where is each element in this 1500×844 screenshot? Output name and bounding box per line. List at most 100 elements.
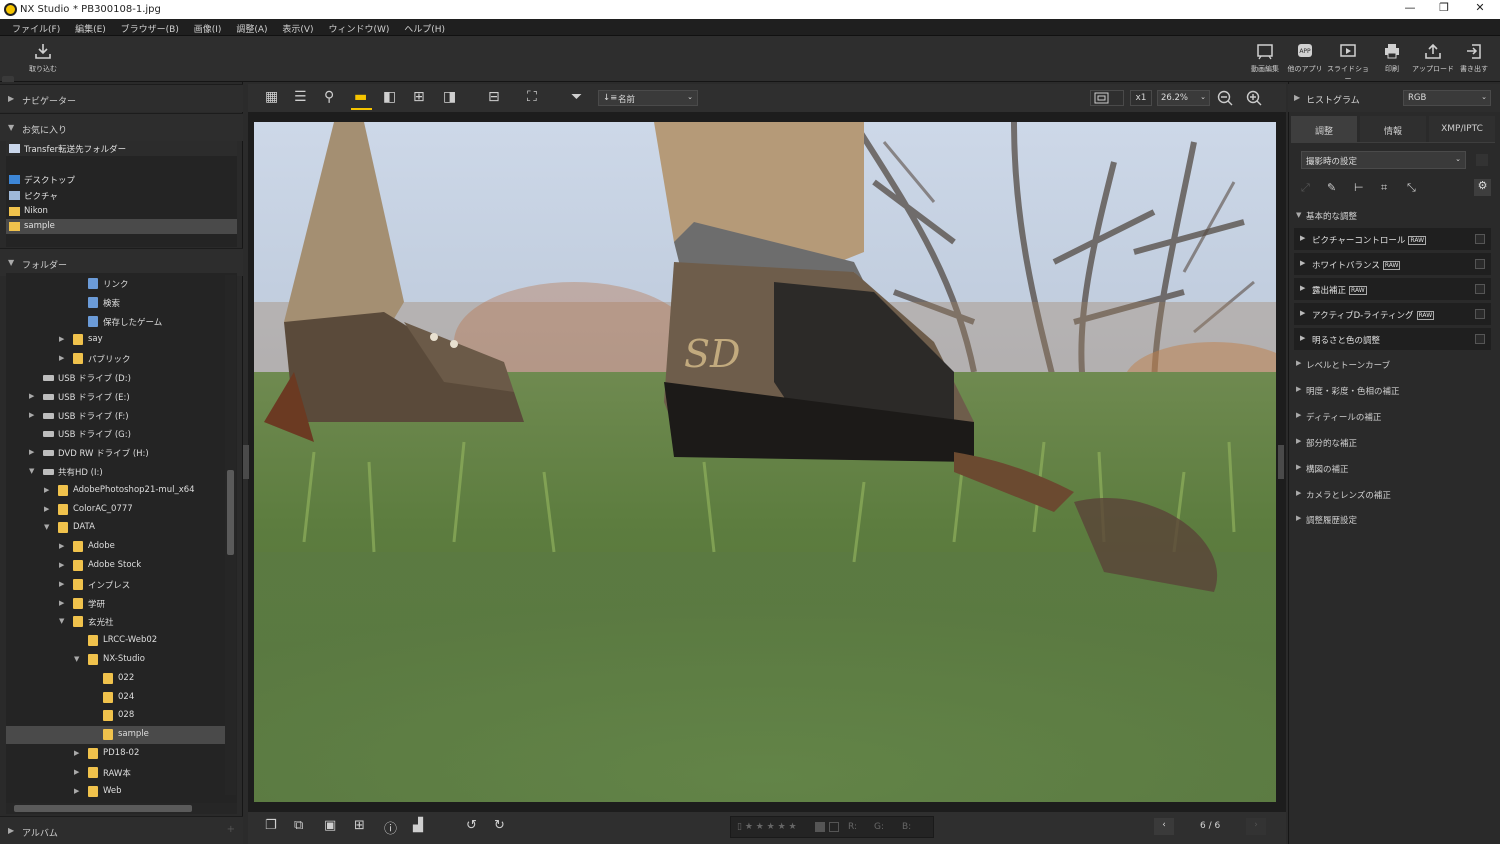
favorite-item-transfer[interactable]: Transfer転送先フォルダー: [6, 141, 237, 156]
folder-tree-item[interactable]: ▶ インプレス: [6, 576, 225, 594]
histogram-icon[interactable]: ▟: [413, 818, 429, 834]
folder-tree-item[interactable]: LRCC-Web02: [6, 632, 225, 650]
other-app-button[interactable]: APP 他のアプリ: [1283, 42, 1327, 74]
sort-dropdown[interactable]: ↓≡ 名前 ⌄: [598, 90, 698, 106]
next-image-button[interactable]: ›: [1246, 818, 1266, 835]
close-icon[interactable]: ✕: [1470, 1, 1490, 18]
menu-edit[interactable]: 編集(E): [75, 22, 106, 35]
folder-tree-item[interactable]: ▼ DATA: [6, 519, 225, 537]
folder-tree-item[interactable]: ▼ 共有HD (I:): [6, 463, 225, 481]
print-button[interactable]: 印刷: [1370, 42, 1414, 74]
retouch-brush-icon[interactable]: ✎: [1327, 181, 1336, 194]
folder-tree-item[interactable]: ▶ Adobe Stock: [6, 557, 225, 575]
zoom-1x-button[interactable]: x1: [1130, 90, 1152, 106]
folder-tree-item[interactable]: 検索: [6, 294, 225, 312]
tab-info[interactable]: 情報: [1360, 116, 1426, 142]
tree-horizontal-scrollbar[interactable]: [6, 803, 237, 814]
export-button[interactable]: 書き出す: [1452, 42, 1496, 74]
expand-right-icon[interactable]: ▶: [59, 354, 64, 362]
folder-tree-item[interactable]: ▼ NX-Studio: [6, 651, 225, 669]
slideshow-button[interactable]: スライドショー: [1326, 42, 1370, 84]
compare-2-icon[interactable]: ◧: [383, 89, 399, 105]
adjust-item-checkbox[interactable]: [1475, 234, 1485, 244]
navigator-section-header[interactable]: ▶ ナビゲーター: [0, 84, 243, 112]
menu-view[interactable]: 表示(V): [282, 22, 313, 35]
filter-icon[interactable]: ⏷: [571, 89, 587, 105]
scroll-thumb[interactable]: [227, 470, 234, 555]
protect-icon[interactable]: [829, 822, 839, 832]
expand-right-icon[interactable]: ▶: [29, 392, 34, 400]
list-view-icon[interactable]: ☰: [294, 89, 310, 105]
favorite-item-sample[interactable]: sample: [6, 219, 237, 234]
folder-tree-item[interactable]: ▶ AdobePhotoshop21-mul_x64: [6, 482, 225, 500]
perspective-icon[interactable]: ⤡: [1407, 181, 1416, 195]
expand-down-icon[interactable]: ▼: [44, 523, 49, 531]
crop-icon[interactable]: ⌗: [1381, 181, 1387, 195]
scroll-thumb[interactable]: [14, 805, 192, 812]
folder-tree-item[interactable]: 022: [6, 670, 225, 688]
expand-right-icon[interactable]: ▶: [44, 505, 49, 513]
adjust-section-header[interactable]: ▶ レベルとトーンカーブ: [1294, 353, 1491, 375]
rotate-right-icon[interactable]: ↻: [494, 818, 510, 834]
expand-down-icon[interactable]: ▼: [29, 467, 34, 475]
tab-adjust[interactable]: 調整: [1291, 116, 1357, 142]
adjust-item[interactable]: ▶ 明るさと色の調整: [1294, 328, 1491, 350]
menu-file[interactable]: ファイル(F): [12, 22, 60, 35]
menu-browser[interactable]: ブラウザー(B): [121, 22, 179, 35]
favorite-item-pictures[interactable]: ピクチャ: [6, 188, 237, 203]
menu-window[interactable]: ウィンドウ(W): [328, 22, 389, 35]
folder-tree-item[interactable]: ▶ Web: [6, 783, 225, 801]
album-section-header[interactable]: ▶ アルバム +: [0, 816, 243, 844]
adjust-item[interactable]: ▶ アクティブD-ライティング RAW: [1294, 303, 1491, 325]
folder-tree-item[interactable]: 保存したゲーム: [6, 313, 225, 331]
minimize-icon[interactable]: —: [1400, 1, 1420, 18]
menu-help[interactable]: ヘルプ(H): [404, 22, 445, 35]
folder-tree-item[interactable]: ▶ PD18-02: [6, 745, 225, 763]
adjust-item-checkbox[interactable]: [1475, 284, 1485, 294]
tab-xmp-iptc[interactable]: XMP/IPTC: [1429, 116, 1495, 142]
adjust-item[interactable]: ▶ 露出補正 RAW: [1294, 278, 1491, 300]
menu-adjust[interactable]: 調整(A): [236, 22, 267, 35]
grid-view-icon[interactable]: ▦: [265, 89, 281, 105]
previous-image-button[interactable]: ‹: [1154, 818, 1174, 835]
folder-tree-item[interactable]: ▶ USB ドライブ (F:): [6, 407, 225, 425]
restore-icon[interactable]: ❐: [1434, 1, 1454, 18]
expand-right-icon[interactable]: ▶: [59, 542, 64, 550]
folder-tree-item[interactable]: 024: [6, 689, 225, 707]
zoom-out-button[interactable]: [1216, 89, 1234, 107]
adjust-item-checkbox[interactable]: [1475, 259, 1485, 269]
gear-icon[interactable]: ⚙: [1474, 179, 1491, 196]
folder-tree-item[interactable]: ▼ 玄光社: [6, 613, 225, 631]
crop-frame-icon[interactable]: ▣: [324, 818, 340, 834]
layout-dropdown-icon[interactable]: ⊟: [488, 89, 504, 105]
fullscreen-icon[interactable]: ⛶: [527, 89, 543, 105]
expand-down-icon[interactable]: ▼: [59, 617, 64, 625]
grid-overlay-icon[interactable]: ⊞: [354, 818, 370, 834]
fit-screen-button[interactable]: [1090, 90, 1124, 106]
expand-right-icon[interactable]: ▶: [59, 580, 64, 588]
adjust-item-checkbox[interactable]: [1475, 334, 1485, 344]
adjust-section-header[interactable]: ▶ ディティールの補正: [1294, 405, 1491, 427]
expand-right-icon[interactable]: ▶: [44, 486, 49, 494]
folder-tree-item[interactable]: リンク: [6, 275, 225, 293]
rating-stars[interactable]: ▯ ★ ★ ★ ★ ★: [737, 822, 797, 832]
folder-tree-item[interactable]: ▶ say: [6, 331, 225, 349]
map-view-icon[interactable]: ⚲: [324, 89, 340, 105]
folder-tree-item[interactable]: USB ドライブ (G:): [6, 425, 225, 443]
expand-right-icon[interactable]: ▶: [59, 599, 64, 607]
expand-right-icon[interactable]: ▶: [59, 561, 64, 569]
basic-adjust-header[interactable]: ▼ 基本的な調整: [1290, 208, 1490, 224]
folders-section-header[interactable]: ▼ フォルダー: [0, 248, 243, 276]
zoom-dropdown[interactable]: 26.2% ⌄: [1157, 90, 1210, 106]
expand-right-icon[interactable]: ▶: [74, 787, 79, 795]
folder-tree-item[interactable]: ▶ USB ドライブ (E:): [6, 388, 225, 406]
folder-tree-item[interactable]: ▶ DVD RW ドライブ (H:): [6, 444, 225, 462]
favorites-section-header[interactable]: ▼ お気に入り: [0, 113, 243, 141]
adjust-item[interactable]: ▶ ピクチャーコントロール RAW: [1294, 228, 1491, 250]
expand-right-icon[interactable]: ▶: [74, 768, 79, 776]
preset-checkbox[interactable]: [1476, 154, 1488, 166]
folder-tree-item[interactable]: ▶ 学研: [6, 595, 225, 613]
adjust-section-header[interactable]: ▶ 構図の補正: [1294, 457, 1491, 479]
channel-dropdown[interactable]: RGB ⌄: [1403, 90, 1491, 106]
folder-tree-item[interactable]: sample: [6, 726, 225, 745]
